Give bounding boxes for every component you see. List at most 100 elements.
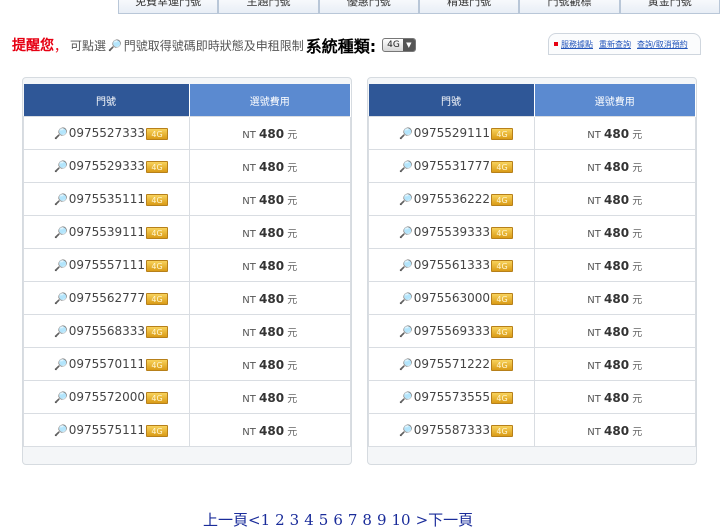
number-cell[interactable]: 🔎0975539333 4G (368, 215, 535, 249)
phone-number[interactable]: 0975536222 (414, 192, 490, 206)
phone-number[interactable]: 0975587333 (414, 423, 490, 437)
number-cell[interactable]: 🔎0975529111 4G (368, 116, 535, 150)
phone-number[interactable]: 0975575111 (69, 423, 145, 437)
magnifier-icon[interactable]: 🔎 (399, 292, 413, 305)
number-cell[interactable]: 🔎0975535111 4G (23, 182, 190, 216)
number-cell[interactable]: 🔎0975570111 4G (23, 347, 190, 381)
number-cell[interactable]: 🔎0975536222 4G (368, 182, 535, 216)
number-cell[interactable]: 🔎0975562777 4G (23, 281, 190, 315)
phone-number[interactable]: 0975563000 (414, 291, 490, 305)
tab-selected[interactable]: 精選門號 (418, 0, 520, 14)
number-cell[interactable]: 🔎0975561333 4G (368, 248, 535, 282)
phone-number[interactable]: 0975570111 (69, 357, 145, 371)
magnifier-icon[interactable]: 🔎 (54, 226, 68, 239)
fee-unit: 元 (632, 195, 643, 207)
4g-badge: 4G (146, 424, 169, 437)
table-row: 🔎0975527333 4G NT 480 元 (23, 116, 351, 150)
fee-unit: 元 (632, 393, 643, 405)
phone-number[interactable]: 0975531777 (414, 159, 490, 173)
number-cell[interactable]: 🔎0975529333 4G (23, 149, 190, 183)
phone-number[interactable]: 0975539333 (414, 225, 490, 239)
number-cell[interactable]: 🔎0975539111 4G (23, 215, 190, 249)
tab-theme[interactable]: 主題門號 (218, 0, 319, 14)
number-cell[interactable]: 🔎0975572000 4G (23, 380, 190, 414)
number-cell[interactable]: 🔎0975575111 4G (23, 413, 190, 447)
magnifier-icon[interactable]: 🔎 (54, 424, 68, 437)
phone-number[interactable]: 0975568333 (69, 324, 145, 338)
phone-number[interactable]: 0975539111 (69, 225, 145, 239)
number-cell[interactable]: 🔎0975573555 4G (368, 380, 535, 414)
notice-hint-suffix: 門號取得號碼即時狀態及申租限制 (123, 38, 304, 53)
magnifier-icon[interactable]: 🔎 (399, 226, 413, 239)
phone-number[interactable]: 0975571222 (414, 357, 490, 371)
tab-discount[interactable]: 優惠門號 (318, 0, 419, 14)
fee-prefix: NT (587, 426, 601, 438)
magnifier-icon[interactable]: 🔎 (399, 160, 413, 173)
phone-number[interactable]: 0975535111 (69, 192, 145, 206)
number-cell[interactable]: 🔎0975531777 4G (368, 149, 535, 183)
fee-prefix: NT (587, 294, 601, 306)
tab-number-mark[interactable]: 門號觀標 (519, 0, 620, 14)
magnifier-icon[interactable]: 🔎 (54, 259, 68, 272)
notice-warning: 提醒您 (12, 38, 54, 54)
magnifier-icon[interactable]: 🔎 (54, 127, 68, 140)
system-type-select[interactable]: 4G ▼ (382, 38, 416, 52)
fee-cell: NT 480 元 (188, 413, 351, 447)
magnifier-icon[interactable]: 🔎 (399, 424, 413, 437)
page-link[interactable]: 7 (348, 511, 358, 529)
page-link[interactable]: 9 (377, 511, 387, 529)
fee-cell: NT 480 元 (188, 116, 351, 150)
number-cell[interactable]: 🔎0975557111 4G (23, 248, 190, 282)
number-cell[interactable]: 🔎0975563000 4G (368, 281, 535, 315)
tab-free-lucky[interactable]: 免費幸運門號 (118, 0, 219, 14)
phone-number[interactable]: 0975562777 (69, 291, 145, 305)
magnifier-icon[interactable]: 🔎 (399, 193, 413, 206)
magnifier-icon[interactable]: 🔎 (54, 292, 68, 305)
magnifier-icon[interactable]: 🔎 (54, 160, 68, 173)
magnifier-icon[interactable]: 🔎 (399, 325, 413, 338)
phone-number[interactable]: 0975529333 (69, 159, 145, 173)
magnifier-icon[interactable]: 🔎 (54, 391, 68, 404)
fee-prefix: NT (587, 195, 601, 207)
number-cell[interactable]: 🔎0975527333 4G (23, 116, 190, 150)
phone-number[interactable]: 0975529111 (414, 126, 490, 140)
tab-gold[interactable]: 黃金門號 (619, 0, 720, 14)
page-link[interactable]: 5 (319, 511, 329, 529)
magnifier-icon[interactable]: 🔎 (399, 358, 413, 371)
magnifier-icon[interactable]: 🔎 (399, 259, 413, 272)
magnifier-icon[interactable]: 🔎 (399, 127, 413, 140)
magnifier-icon[interactable]: 🔎 (399, 391, 413, 404)
page-link[interactable]: 1 (261, 511, 271, 529)
prev-page-link[interactable]: 上一頁< (203, 511, 261, 529)
phone-number[interactable]: 0975561333 (414, 258, 490, 272)
page-link[interactable]: 2 (275, 511, 285, 529)
page-link[interactable]: 8 (362, 511, 372, 529)
phone-number[interactable]: 0975569333 (414, 324, 490, 338)
4g-badge: 4G (491, 424, 514, 437)
phone-number[interactable]: 0975557111 (69, 258, 145, 272)
page-link[interactable]: 4 (304, 511, 314, 529)
service-locations-link[interactable]: 服務據點 (561, 39, 593, 50)
magnifier-icon[interactable]: 🔎 (54, 358, 68, 371)
magnifier-icon: 🔎 (108, 38, 122, 52)
phone-number[interactable]: 0975527333 (69, 126, 145, 140)
page-link[interactable]: 3 (290, 511, 300, 529)
quick-links: 服務據點 重新查詢 查詢/取消預約 (548, 33, 701, 55)
search-again-link[interactable]: 重新查詢 (599, 39, 631, 50)
fee-amount: 480 (259, 423, 285, 438)
next-page-link[interactable]: >下一頁 (416, 511, 474, 529)
number-cell[interactable]: 🔎0975571222 4G (368, 347, 535, 381)
4g-badge: 4G (491, 226, 514, 239)
phone-number[interactable]: 0975572000 (69, 390, 145, 404)
magnifier-icon[interactable]: 🔎 (54, 325, 68, 338)
page-link[interactable]: 6 (333, 511, 343, 529)
fee-cell: NT 480 元 (533, 413, 696, 447)
4g-badge: 4G (146, 193, 169, 206)
reservation-query-link[interactable]: 查詢/取消預約 (637, 39, 688, 50)
number-cell[interactable]: 🔎0975569333 4G (368, 314, 535, 348)
magnifier-icon[interactable]: 🔎 (54, 193, 68, 206)
number-cell[interactable]: 🔎0975587333 4G (368, 413, 535, 447)
number-cell[interactable]: 🔎0975568333 4G (23, 314, 190, 348)
phone-number[interactable]: 0975573555 (414, 390, 490, 404)
page-link[interactable]: 10 (392, 511, 411, 529)
